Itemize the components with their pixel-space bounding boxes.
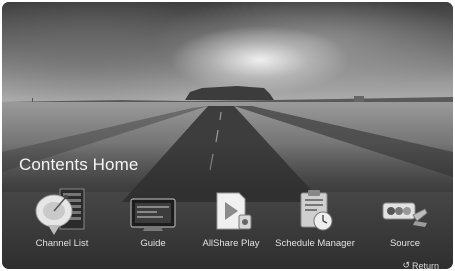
menu-item-schedule-manager[interactable]: Schedule Manager	[270, 185, 360, 255]
menu-item-guide[interactable]: Guide	[108, 185, 198, 255]
contents-menu: Channel List Guide AllShare Play Schedul…	[2, 185, 453, 255]
av-source-icon	[377, 185, 433, 242]
menu-item-label: Schedule Manager	[275, 238, 355, 249]
menu-item-label: Source	[389, 238, 421, 249]
menu-item-label: Guide	[140, 238, 166, 249]
return-label: Return	[411, 260, 439, 270]
menu-item-channel-list[interactable]: Channel List	[17, 185, 107, 255]
satellite-dish-icon	[30, 185, 94, 242]
menu-item-allshare-play[interactable]: AllShare Play	[186, 185, 276, 255]
schedule-clipboard-icon	[289, 185, 341, 242]
return-button[interactable]: ↺ Return	[402, 260, 439, 269]
contents-home-screen: Contents Home Channel List Guide AllShar…	[2, 2, 453, 269]
play-media-icon	[205, 185, 257, 242]
page-title: Contents Home	[19, 155, 139, 174]
menu-item-label: AllShare Play	[202, 238, 260, 249]
menu-item-label: Channel List	[35, 238, 89, 249]
tv-guide-icon	[127, 185, 179, 242]
return-arrow-icon: ↺	[402, 260, 410, 269]
menu-item-source[interactable]: Source	[360, 185, 450, 255]
